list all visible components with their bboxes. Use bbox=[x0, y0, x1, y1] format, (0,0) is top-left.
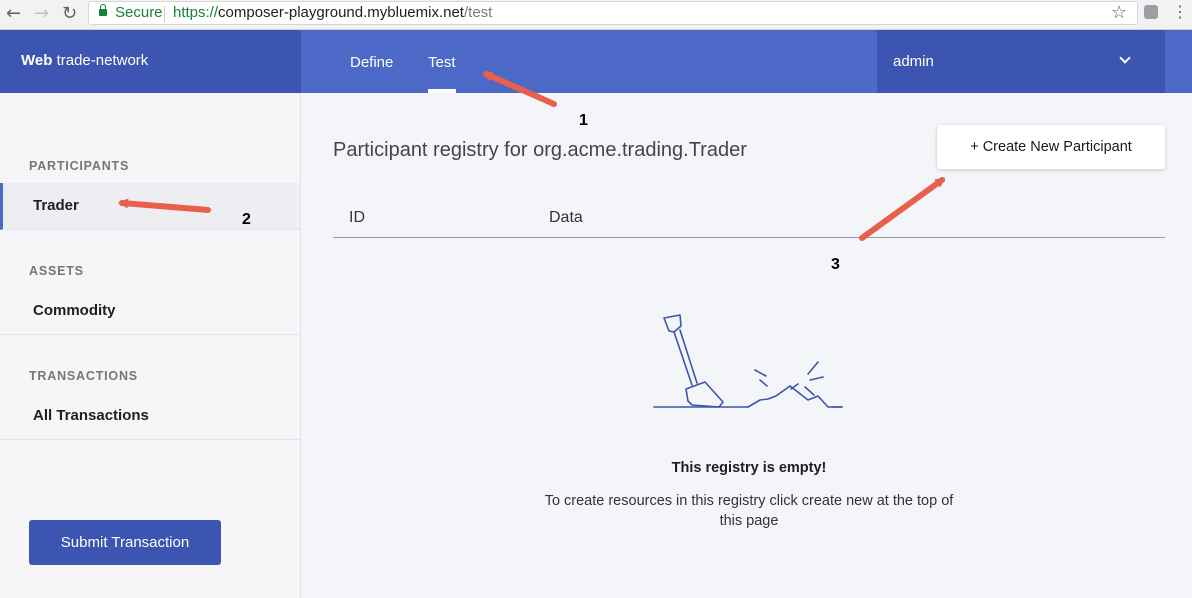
browser-menu-icon[interactable]: ⋮ bbox=[1172, 2, 1188, 21]
bookmark-star-icon[interactable]: ☆ bbox=[1111, 2, 1127, 23]
user-menu[interactable]: admin bbox=[877, 30, 1165, 93]
sidebar-heading-assets: ASSETS bbox=[29, 264, 84, 278]
tab-test[interactable]: Test bbox=[428, 54, 456, 71]
annotation-label-1: 1 bbox=[579, 112, 588, 129]
sidebar-item-all-transactions[interactable]: All Transactions bbox=[0, 393, 300, 440]
empty-state-message: To create resources in this registry cli… bbox=[544, 493, 954, 529]
column-header-data: Data bbox=[549, 209, 583, 226]
app-header: Web trade-network Define Test admin bbox=[0, 30, 1192, 93]
url-path: /test bbox=[463, 4, 493, 21]
url-host: composer-playground.mybluemix.net bbox=[218, 4, 464, 21]
annotation-arrow-3 bbox=[859, 177, 946, 241]
tab-define[interactable]: Define bbox=[350, 54, 393, 71]
table-header-divider bbox=[333, 237, 1165, 238]
empty-state-title: This registry is empty! bbox=[671, 460, 827, 476]
sidebar-heading-participants: PARTICIPANTS bbox=[29, 159, 130, 173]
sidebar-heading-transactions: TRANSACTIONS bbox=[29, 369, 138, 383]
brand-area: Web trade-network bbox=[0, 30, 301, 93]
user-name: admin bbox=[893, 53, 934, 70]
submit-transaction-button[interactable]: Submit Transaction bbox=[29, 520, 221, 565]
sidebar-item-label: Trader bbox=[33, 197, 79, 214]
url-text[interactable]: https://composer-playground.mybluemix.ne… bbox=[173, 4, 492, 21]
brand-network-name: trade-network bbox=[52, 52, 149, 69]
back-arrow-icon[interactable]: ← bbox=[6, 3, 21, 25]
active-tab-indicator bbox=[428, 89, 456, 93]
sidebar-item-commodity[interactable]: Commodity bbox=[0, 288, 300, 335]
page-title: Participant registry for org.acme.tradin… bbox=[333, 139, 747, 161]
forward-arrow-icon[interactable]: → bbox=[34, 3, 49, 25]
sidebar: PARTICIPANTS Trader ASSETS Commodity TRA… bbox=[0, 93, 301, 598]
address-bar[interactable]: Secure https://composer-playground.myblu… bbox=[88, 1, 1138, 25]
url-divider bbox=[164, 6, 165, 22]
annotation-label-2: 2 bbox=[242, 211, 251, 228]
column-header-id: ID bbox=[349, 209, 365, 226]
browser-toolbar: ← → ↻ Secure https://composer-playground… bbox=[0, 0, 1192, 30]
annotation-label-3: 3 bbox=[831, 256, 840, 273]
sidebar-item-label: Commodity bbox=[33, 302, 116, 319]
sidebar-item-trader[interactable]: Trader bbox=[0, 183, 300, 230]
create-new-participant-button[interactable]: + Create New Participant bbox=[937, 125, 1165, 169]
brand-title[interactable]: Web trade-network bbox=[21, 52, 148, 69]
secure-label: Secure bbox=[115, 4, 163, 21]
reload-icon[interactable]: ↻ bbox=[62, 3, 77, 25]
lock-icon bbox=[99, 4, 107, 16]
extension-icon[interactable] bbox=[1144, 5, 1158, 19]
empty-shovel-illustration bbox=[653, 314, 843, 408]
brand-bold: Web bbox=[21, 52, 53, 69]
url-scheme: https:// bbox=[173, 4, 219, 21]
chevron-down-icon[interactable] bbox=[1119, 52, 1131, 64]
sidebar-item-label: All Transactions bbox=[33, 407, 149, 424]
